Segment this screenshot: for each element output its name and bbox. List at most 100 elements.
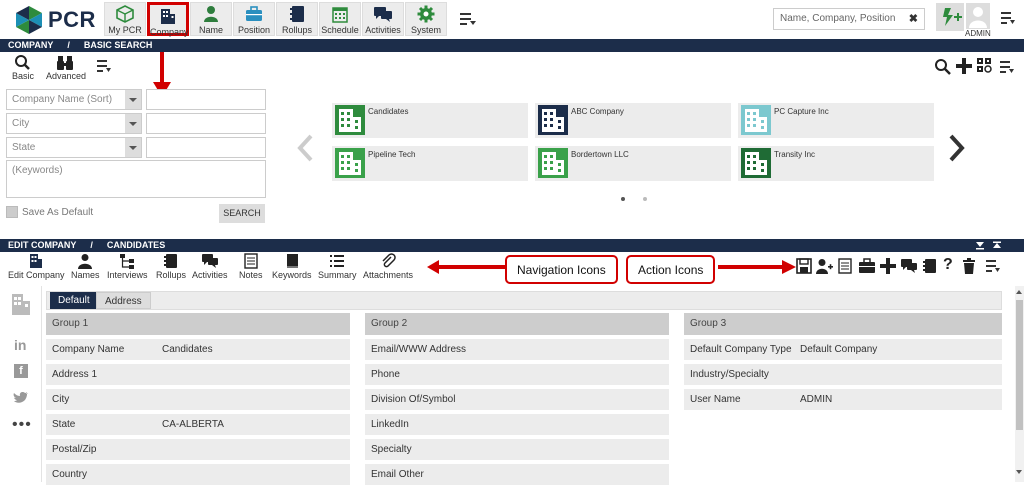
state-input[interactable] [146,137,266,158]
more-options-icon[interactable] [986,260,1000,272]
annotation-arrow-left [427,260,509,274]
field-row[interactable]: User Name ADMIN [684,389,1002,410]
company-card[interactable]: ABC Company [535,103,731,138]
field-value: Candidates [162,344,213,355]
company-card[interactable]: PC Capture Inc [738,103,934,138]
linkedin-icon[interactable]: in [14,337,26,353]
nav-rollups[interactable]: Rollups [156,252,186,280]
city-select[interactable]: City [6,113,142,134]
facebook-icon[interactable]: f [14,364,28,378]
add-person-icon[interactable] [815,258,833,274]
building-icon [538,105,568,135]
search-icon[interactable] [934,58,952,76]
clear-search-icon[interactable]: ✖ [909,12,918,25]
nav-position[interactable]: Position [233,2,275,36]
company-card[interactable]: Bordertown LLC [535,146,731,181]
list-options-icon[interactable] [1000,61,1014,73]
scrollbar-thumb[interactable] [1016,300,1023,430]
state-select[interactable]: State [6,137,142,158]
qr-search-icon[interactable] [977,58,993,74]
nav-interviews[interactable]: Interviews [107,252,148,280]
card-name: Transity Inc [774,150,816,159]
scroll-up-icon[interactable] [1016,290,1022,294]
tab-default[interactable]: Default [50,292,98,309]
collapse-icon[interactable] [975,241,1005,251]
global-search-input[interactable]: Name, Company, Position ✖ [773,8,925,30]
carousel-next-icon[interactable] [948,134,966,162]
calendar-icon [320,3,360,25]
field-row[interactable]: Specialty [365,439,669,460]
nav-my-pcr[interactable]: My PCR [104,2,146,36]
select-value: State [12,142,36,153]
help-icon[interactable]: ? [943,256,953,274]
nav-company[interactable]: Company [147,2,189,37]
carousel-dot[interactable] [643,197,647,201]
company-card[interactable]: Transity Inc [738,146,934,181]
briefcase-icon[interactable] [858,258,876,274]
city-input[interactable] [146,113,266,134]
more-dots-icon[interactable]: ••• [12,416,32,434]
nav-activities[interactable]: Activities [362,2,404,36]
carousel-dot-active[interactable] [621,197,625,201]
field-row[interactable]: Email/WWW Address [365,339,669,360]
nav-summary[interactable]: Summary [318,252,357,280]
search-options-menu-icon[interactable] [97,60,111,72]
field-row[interactable]: Phone [365,364,669,385]
building-icon [741,105,771,135]
field-row[interactable]: LinkedIn [365,414,669,435]
company-card[interactable]: Candidates [332,103,528,138]
document-icon[interactable] [838,258,852,274]
company-name-sort-select[interactable]: Company Name (Sort) [6,89,142,110]
field-row[interactable]: Division Of/Symbol [365,389,669,410]
annotation-arrow-right [718,260,796,274]
trash-icon[interactable] [962,258,976,274]
basic-search-tab[interactable]: Basic [10,55,36,81]
pcr-logo[interactable]: PCR [14,5,96,35]
advanced-search-tab[interactable]: Advanced [46,55,86,81]
nav-keywords[interactable]: Keywords [272,252,312,280]
nav-notes[interactable]: Notes [239,252,263,280]
tab-address[interactable]: Address [96,292,151,309]
basic-label: Basic [11,71,34,81]
binder-icon[interactable] [922,258,938,274]
scrollbar-track[interactable] [1015,286,1024,482]
field-label: Email Other [371,469,424,480]
field-row[interactable]: State CA-ALBERTA [46,414,350,435]
user-avatar[interactable] [966,3,990,29]
briefcase-icon [234,3,274,25]
chat-icon[interactable] [900,258,918,274]
field-row[interactable]: Industry/Specialty [684,364,1002,385]
scroll-down-icon[interactable] [1016,470,1022,474]
carousel-prev-icon[interactable] [296,134,314,162]
field-label: Industry/Specialty [690,369,769,380]
menu-sort-icon[interactable] [460,12,476,26]
field-row[interactable]: Postal/Zip [46,439,350,460]
nav-rollups[interactable]: Rollups [276,2,318,36]
search-button[interactable]: SEARCH [219,204,265,223]
nav-edit-company[interactable]: Edit Company [8,252,65,280]
nav-name[interactable]: Name [190,2,232,36]
nav-item-label: Activities [192,270,228,280]
field-row[interactable]: Default Company Type Default Company [684,339,1002,360]
nav-label: My PCR [108,25,142,35]
nav-attachments[interactable]: Attachments [363,252,413,280]
save-default-checkbox[interactable] [6,206,18,218]
quick-add-button[interactable] [936,3,964,31]
section-subtitle: BASIC SEARCH [83,40,153,50]
keywords-textarea[interactable]: (Keywords) [6,160,266,198]
nav-activities[interactable]: Activities [192,252,228,280]
nav-schedule[interactable]: Schedule [319,2,361,36]
user-menu-icon[interactable] [1001,12,1015,24]
field-row[interactable]: Address 1 [46,364,350,385]
plus-icon[interactable] [880,258,896,274]
company-card[interactable]: Pipeline Tech [332,146,528,181]
nav-names[interactable]: Names [71,252,100,280]
add-icon[interactable] [956,58,972,74]
group-header: Group 2 [365,313,669,335]
nav-system[interactable]: System [405,2,447,36]
twitter-icon[interactable] [13,391,29,405]
save-icon[interactable] [796,258,812,274]
field-row[interactable]: City [46,389,350,410]
field-row[interactable]: Company Name Candidates [46,339,350,360]
company-name-input[interactable] [146,89,266,110]
